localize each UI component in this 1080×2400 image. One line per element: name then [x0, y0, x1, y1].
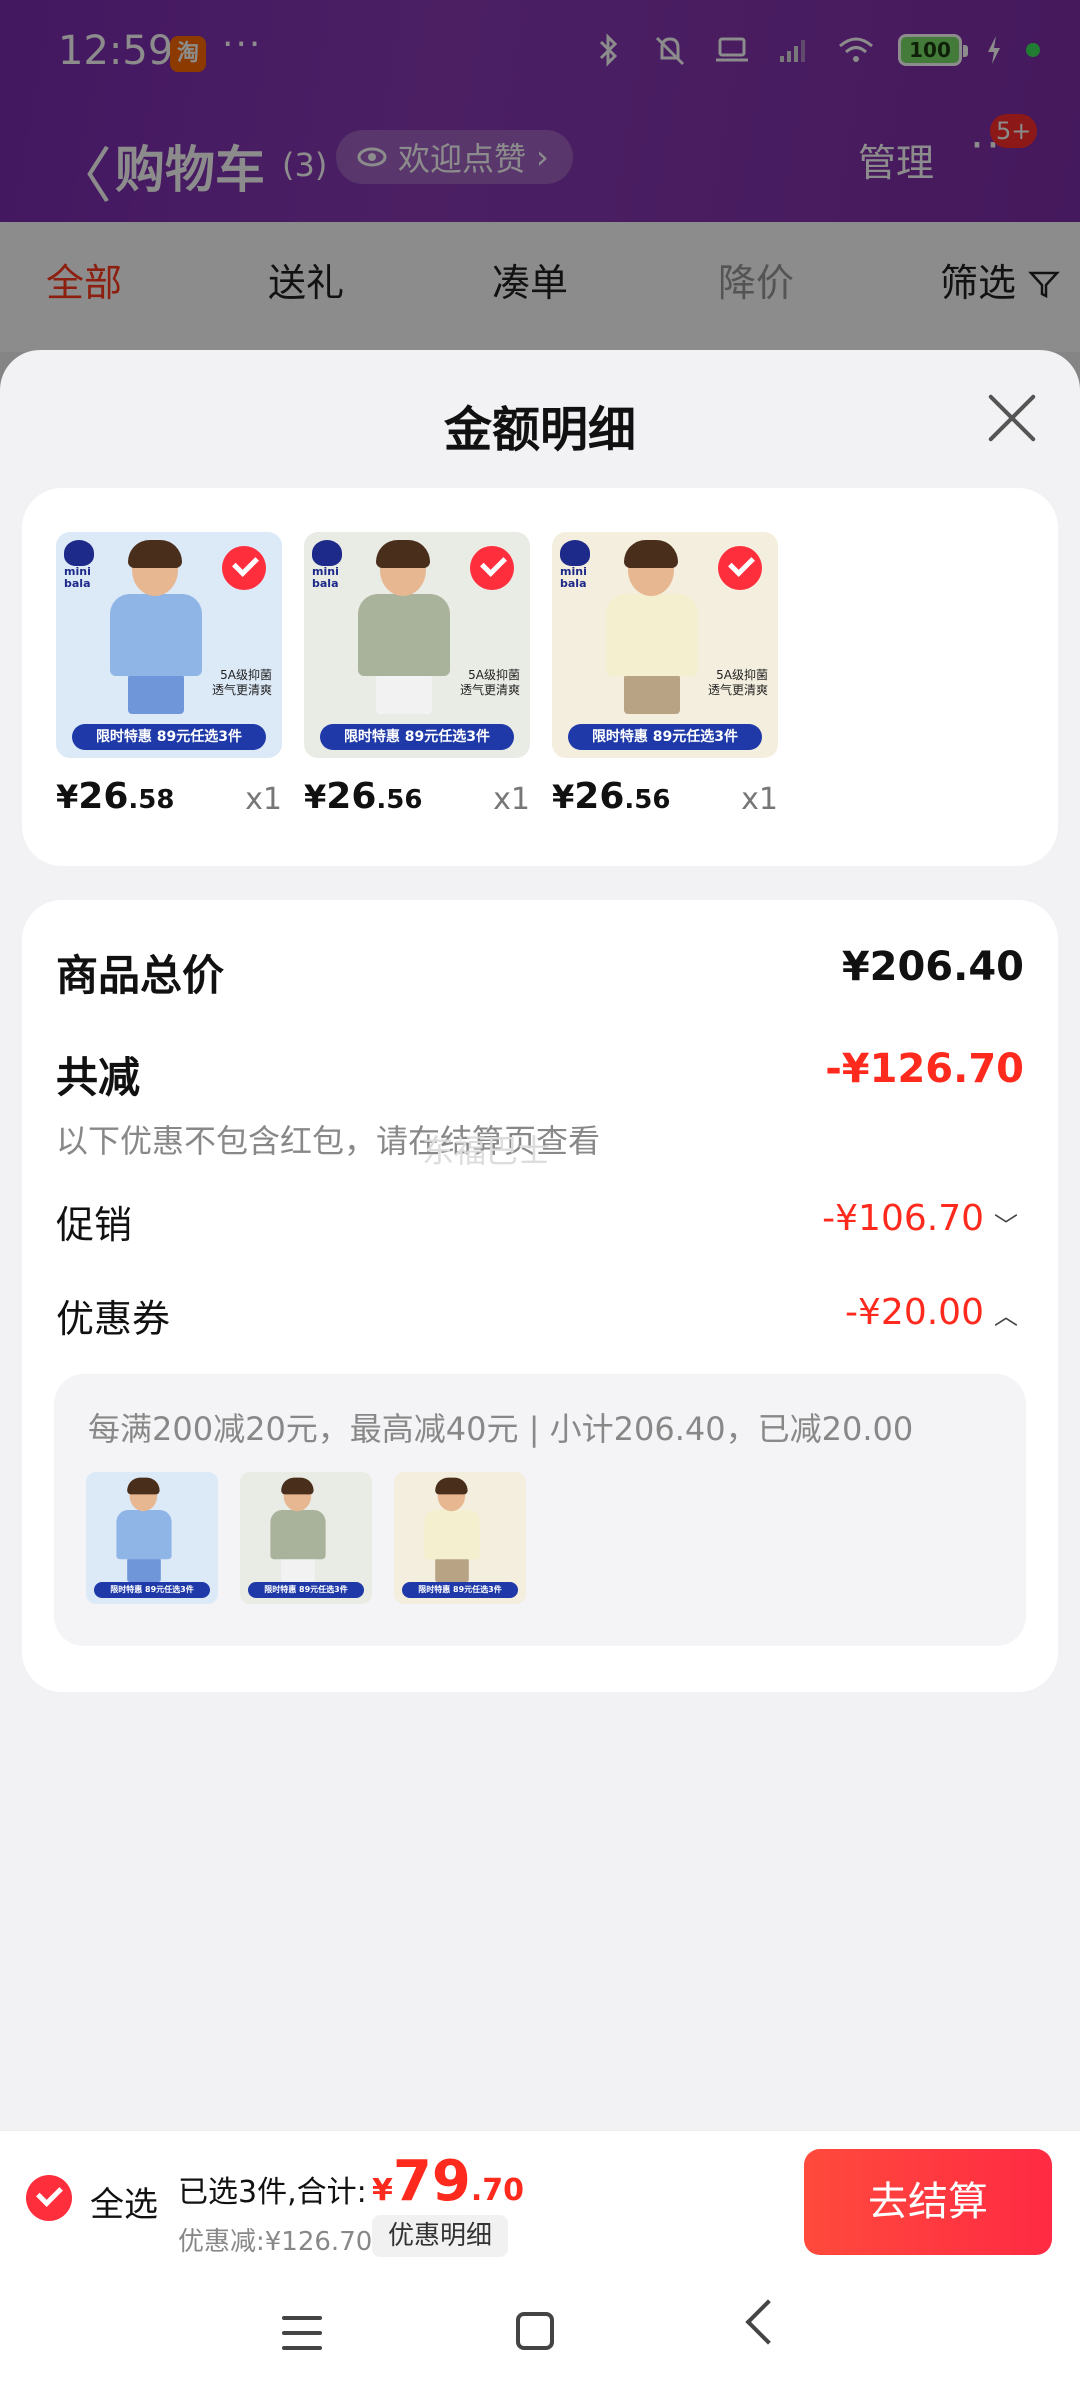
home-icon[interactable]: [516, 2312, 554, 2350]
product-tag: 5A级抑菌 透气更清爽: [459, 668, 520, 697]
promo-label: 促销: [56, 1203, 133, 1247]
chevron-down-icon[interactable]: ﹀: [994, 1206, 1018, 1241]
product-banner: 限时特惠 89元任选3件: [320, 724, 514, 750]
product-image: mini bala 5A级抑菌 透气更清爽 限时特惠 89元任选3件: [304, 532, 530, 758]
reduce-value: -¥126.70: [825, 1046, 1024, 1092]
close-icon[interactable]: [986, 392, 1038, 444]
product-image: mini bala 5A级抑菌 透气更清爽 限时特惠 89元任选3件: [552, 532, 778, 758]
product-price: ¥26.56: [552, 776, 671, 817]
select-all-label[interactable]: 全选: [90, 2177, 158, 2226]
product-item[interactable]: mini bala 5A级抑菌 透气更清爽 限时特惠 89元任选3件 ¥26.56…: [552, 532, 778, 817]
promo-value[interactable]: -¥106.70: [822, 1198, 984, 1239]
coupon-product-thumb: 限时特惠 89元任选3件: [394, 1472, 526, 1604]
coupon-desc: 每满200减20元，最高减40元 | 小计206.40，已减20.00: [88, 1410, 914, 1448]
product-qty: x1: [245, 782, 282, 817]
checked-icon[interactable]: [470, 546, 514, 590]
back-nav-icon[interactable]: [745, 2299, 791, 2345]
product-price: ¥26.56: [304, 776, 423, 817]
product-price: ¥26.58: [56, 776, 175, 817]
total-price-label: 商品总价: [56, 951, 225, 1000]
watermark: 东福巴士: [422, 1132, 551, 1170]
coupon-value[interactable]: -¥20.00: [845, 1292, 984, 1333]
sheet-title: 金额明细: [443, 402, 636, 458]
brand-logo: mini bala: [312, 540, 352, 592]
product-tag: 5A级抑菌 透气更清爽: [707, 668, 768, 697]
reduce-label: 共减: [56, 1053, 141, 1102]
chevron-up-icon[interactable]: ︿: [994, 1296, 1018, 1331]
coupon-label: 优惠券: [56, 1297, 171, 1341]
product-banner: 限时特惠 89元任选3件: [568, 724, 762, 750]
checked-icon[interactable]: [222, 546, 266, 590]
checkout-button[interactable]: 去结算: [804, 2149, 1052, 2255]
coupon-product-thumb: 限时特惠 89元任选3件: [240, 1472, 372, 1604]
brand-logo: mini bala: [64, 540, 104, 592]
product-qty: x1: [741, 782, 778, 817]
checked-icon[interactable]: [718, 546, 762, 590]
discount-amount: 优惠减:¥126.70: [178, 2227, 373, 2257]
total-amount: ¥79.70: [372, 2149, 524, 2214]
select-all-checkbox[interactable]: [26, 2175, 72, 2221]
menu-icon[interactable]: [282, 2316, 322, 2350]
coupon-detail-box: 每满200减20元，最高减40元 | 小计206.40，已减20.00 限时特惠…: [54, 1374, 1026, 1646]
product-tag: 5A级抑菌 透气更清爽: [211, 668, 272, 697]
product-banner: 限时特惠 89元任选3件: [72, 724, 266, 750]
system-nav-bar: [0, 2270, 1080, 2400]
product-list-card: mini bala 5A级抑菌 透气更清爽 限时特惠 89元任选3件 ¥26.58…: [22, 488, 1058, 866]
product-photo: [106, 540, 202, 714]
brand-logo: mini bala: [560, 540, 600, 592]
discount-detail-button[interactable]: 优惠明细: [372, 2215, 509, 2257]
product-photo: [602, 540, 698, 714]
product-qty: x1: [493, 782, 530, 817]
total-price-value: ¥206.40: [841, 944, 1024, 990]
price-summary-card: 商品总价 ¥206.40 共减 -¥126.70 以下优惠不包含红包，请在结算页…: [22, 900, 1058, 1692]
coupon-product-thumb: 限时特惠 89元任选3件: [86, 1472, 218, 1604]
amount-detail-sheet: 金额明细 mini bala 5A级抑菌 透气更清爽 限时特惠 89元任选3件 ¥…: [0, 350, 1080, 2130]
selected-info: 已选3件,合计:: [178, 2175, 367, 2210]
product-photo: [354, 540, 450, 714]
product-image: mini bala 5A级抑菌 透气更清爽 限时特惠 89元任选3件: [56, 532, 282, 758]
checkout-bar: 全选 已选3件,合计: ¥79.70 优惠减:¥126.70 优惠明细 去结算: [0, 2130, 1080, 2270]
product-item[interactable]: mini bala 5A级抑菌 透气更清爽 限时特惠 89元任选3件 ¥26.58…: [56, 532, 282, 817]
product-item[interactable]: mini bala 5A级抑菌 透气更清爽 限时特惠 89元任选3件 ¥26.56…: [304, 532, 530, 817]
